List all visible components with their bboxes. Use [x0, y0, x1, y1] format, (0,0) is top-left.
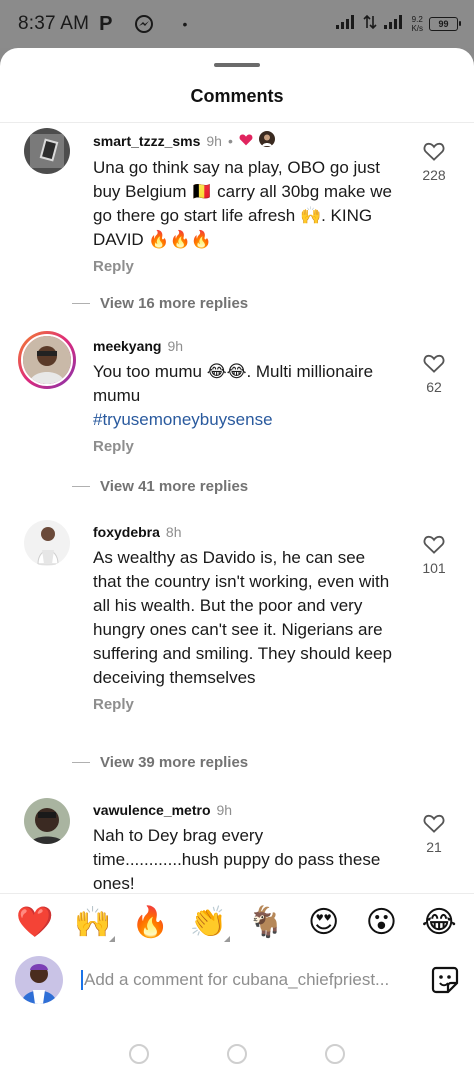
view-more-replies[interactable]: View 39 more replies: [72, 754, 248, 771]
emoji-fire[interactable]: 🔥: [130, 905, 170, 940]
emoji-goat[interactable]: 🐐: [246, 905, 286, 940]
comment-username[interactable]: vawulence_metro: [93, 802, 211, 818]
skin-tone-indicator: [108, 936, 115, 942]
emoji-heart-eyes[interactable]: 😍: [304, 905, 344, 940]
like-button[interactable]: 21: [416, 813, 452, 855]
heart-outline-icon[interactable]: [416, 141, 452, 161]
emoji-quick-bar: ❤️ 🙌 🔥 👏 🐐 😍 😮 😂: [0, 893, 474, 951]
comment-input-row: [0, 951, 474, 1009]
emoji-clap-glyph: 👏: [189, 906, 227, 939]
comment-body: meekyang 9h You too mumu 😂😂. Multi milli…: [93, 338, 393, 455]
comment-text: Nah to Dey brag every time............hu…: [93, 826, 381, 893]
comment-header: foxydebra 8h: [93, 524, 393, 540]
comment-separator: •: [227, 132, 233, 149]
reply-button[interactable]: Reply: [93, 438, 393, 455]
battery-level: 99: [438, 19, 449, 29]
status-icons: 9.2 K/s 99: [335, 14, 461, 35]
data-arrows-icon: [363, 14, 378, 35]
emoji-heart[interactable]: ❤️: [15, 905, 55, 940]
battery-icon: 99: [429, 17, 461, 31]
comment-body: smart_tzzz_sms 9h • Una go think say na …: [93, 131, 393, 275]
network-speed: 9.2 K/s: [411, 15, 423, 33]
hashtag-link[interactable]: #tryusemoneybuysense: [93, 408, 393, 432]
view-replies-label[interactable]: View 16 more replies: [100, 295, 248, 312]
emoji-raised-hands[interactable]: 🙌: [73, 905, 115, 942]
emoji-laughing[interactable]: 😂: [419, 905, 459, 940]
comments-sheet: Comments smart_tzzz_sms 9h • Una go thin…: [0, 48, 474, 1080]
comment-time: 9h: [216, 802, 233, 818]
avatar[interactable]: [24, 128, 70, 174]
like-button[interactable]: 101: [416, 534, 452, 576]
system-nav-bar: [0, 1028, 474, 1080]
signal-icon-2: [383, 14, 405, 35]
view-more-replies[interactable]: View 41 more replies: [72, 478, 248, 495]
emoji-clap[interactable]: 👏: [188, 905, 231, 942]
skin-tone-indicator: [224, 936, 231, 942]
comment-body: vawulence_metro 9h Nah to Dey brag every…: [93, 802, 393, 893]
view-more-replies[interactable]: View 16 more replies: [72, 295, 248, 312]
emoji-raised-hands-glyph: 🙌: [73, 906, 112, 939]
status-time: 8:37 AM: [18, 13, 90, 34]
comment-header: vawulence_metro 9h: [93, 802, 393, 818]
view-replies-label[interactable]: View 39 more replies: [100, 754, 248, 771]
comment-header: smart_tzzz_sms 9h •: [93, 131, 393, 150]
comment-text: You too mumu 😂😂. Multi millionaire mumu …: [93, 360, 393, 432]
nav-back-button[interactable]: [129, 1044, 149, 1064]
like-count: 101: [422, 560, 446, 576]
replies-line: [72, 762, 90, 763]
reply-button[interactable]: Reply: [93, 696, 393, 713]
avatar-story-ring[interactable]: [18, 331, 76, 389]
comment-input[interactable]: [81, 970, 406, 990]
nav-recents-button[interactable]: [325, 1044, 345, 1064]
emoji-surprised[interactable]: 😮: [361, 905, 401, 940]
heart-outline-icon[interactable]: [416, 813, 452, 833]
author-liked-heart-icon: [239, 133, 253, 149]
reply-button[interactable]: Reply: [93, 258, 393, 275]
like-count: 62: [426, 379, 442, 395]
comment-text: Una go think say na play, OBO go just bu…: [93, 158, 392, 249]
avatar[interactable]: [21, 334, 73, 386]
comments-list[interactable]: smart_tzzz_sms 9h • Una go think say na …: [0, 123, 474, 893]
comment-time: 9h: [206, 132, 222, 149]
my-avatar: [15, 956, 63, 1004]
like-count: 228: [422, 167, 446, 183]
heart-outline-icon[interactable]: [416, 353, 452, 373]
comment-username[interactable]: foxydebra: [93, 524, 160, 540]
app-notification-icon: P: [99, 12, 113, 35]
drag-handle[interactable]: [214, 63, 260, 67]
comment-text: As wealthy as Davido is, he can see that…: [93, 548, 392, 687]
heart-outline-icon[interactable]: [416, 534, 452, 554]
sticker-icon[interactable]: [430, 965, 460, 995]
messenger-icon: [134, 14, 154, 34]
status-bar: 8:37 AM P • 9.2 K/s 99: [0, 0, 474, 48]
like-button[interactable]: 62: [416, 353, 452, 395]
speed-value: 9.2: [411, 15, 423, 24]
like-button[interactable]: 228: [416, 141, 452, 183]
comment-header: meekyang 9h: [93, 338, 393, 354]
view-replies-label[interactable]: View 41 more replies: [100, 478, 248, 495]
replies-line: [72, 486, 90, 487]
like-count: 21: [426, 839, 442, 855]
signal-icon: [335, 14, 357, 35]
comment-text-main: You too mumu 😂😂. Multi millionaire mumu: [93, 362, 374, 405]
comment-username[interactable]: meekyang: [93, 338, 161, 354]
comment-body: foxydebra 8h As wealthy as Davido is, he…: [93, 524, 393, 713]
nav-home-button[interactable]: [227, 1044, 247, 1064]
replies-line: [72, 303, 90, 304]
comment-time: 8h: [165, 524, 182, 540]
avatar[interactable]: [24, 798, 70, 844]
notification-dot: •: [182, 16, 188, 32]
comment-username[interactable]: smart_tzzz_sms: [93, 133, 200, 149]
speed-unit: K/s: [411, 24, 423, 33]
author-mini-avatar: [258, 131, 275, 150]
comment-time: 9h: [167, 338, 184, 354]
sheet-title: Comments: [190, 86, 284, 106]
avatar[interactable]: [24, 520, 70, 566]
